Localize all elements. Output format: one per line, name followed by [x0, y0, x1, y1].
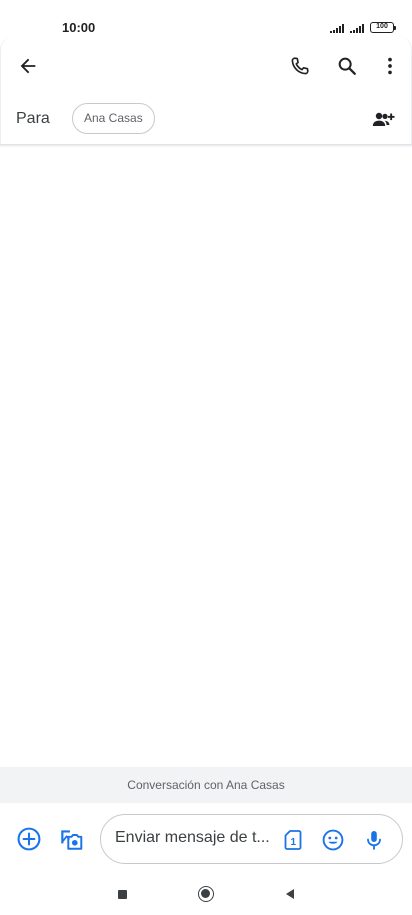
conversation-banner: Conversación con Ana Casas [0, 767, 412, 803]
search-icon [338, 57, 356, 75]
message-list[interactable] [0, 148, 412, 767]
message-field[interactable]: Enviar mensaje de t... 1 [100, 814, 403, 864]
attach-button[interactable] [11, 821, 47, 857]
gallery-button[interactable] [53, 821, 89, 857]
message-input[interactable]: Enviar mensaje de t... [115, 829, 271, 847]
sim-number: 1 [291, 837, 297, 848]
group-add-icon [372, 112, 395, 126]
emoji-icon [322, 829, 344, 851]
gallery-camera-icon [61, 830, 83, 850]
home-circle-icon[interactable] [198, 886, 214, 902]
recipient-chip[interactable]: Ana Casas [72, 103, 155, 134]
signal-1-icon [330, 24, 344, 33]
add-circle-icon [17, 827, 41, 851]
recents-square-icon[interactable] [118, 890, 127, 899]
voice-button[interactable] [356, 822, 392, 858]
sim-card-icon: 1 [284, 830, 302, 850]
signal-2-icon [350, 24, 364, 33]
call-button[interactable] [282, 48, 318, 84]
phone-icon [291, 57, 309, 75]
compose-bar: Enviar mensaje de t... 1 [0, 803, 412, 876]
back-triangle-icon[interactable] [286, 889, 294, 899]
sim-selector-button[interactable]: 1 [275, 822, 311, 858]
recipient-row: Para Ana Casas [0, 98, 412, 142]
emoji-button[interactable] [315, 822, 351, 858]
add-people-button[interactable] [365, 102, 401, 138]
battery-icon: 100 [370, 22, 396, 33]
search-button[interactable] [329, 48, 365, 84]
arrow-back-icon [20, 58, 36, 74]
status-bar: 10:00 100 [0, 0, 412, 36]
to-label: Para [16, 110, 50, 127]
back-button[interactable] [10, 48, 46, 84]
system-nav-bar [0, 876, 412, 915]
more-vert-icon [388, 57, 392, 75]
more-options-button[interactable] [372, 48, 408, 84]
mic-icon [367, 831, 381, 850]
status-time: 10:00 [62, 20, 96, 35]
status-icons: 100 [330, 22, 396, 33]
